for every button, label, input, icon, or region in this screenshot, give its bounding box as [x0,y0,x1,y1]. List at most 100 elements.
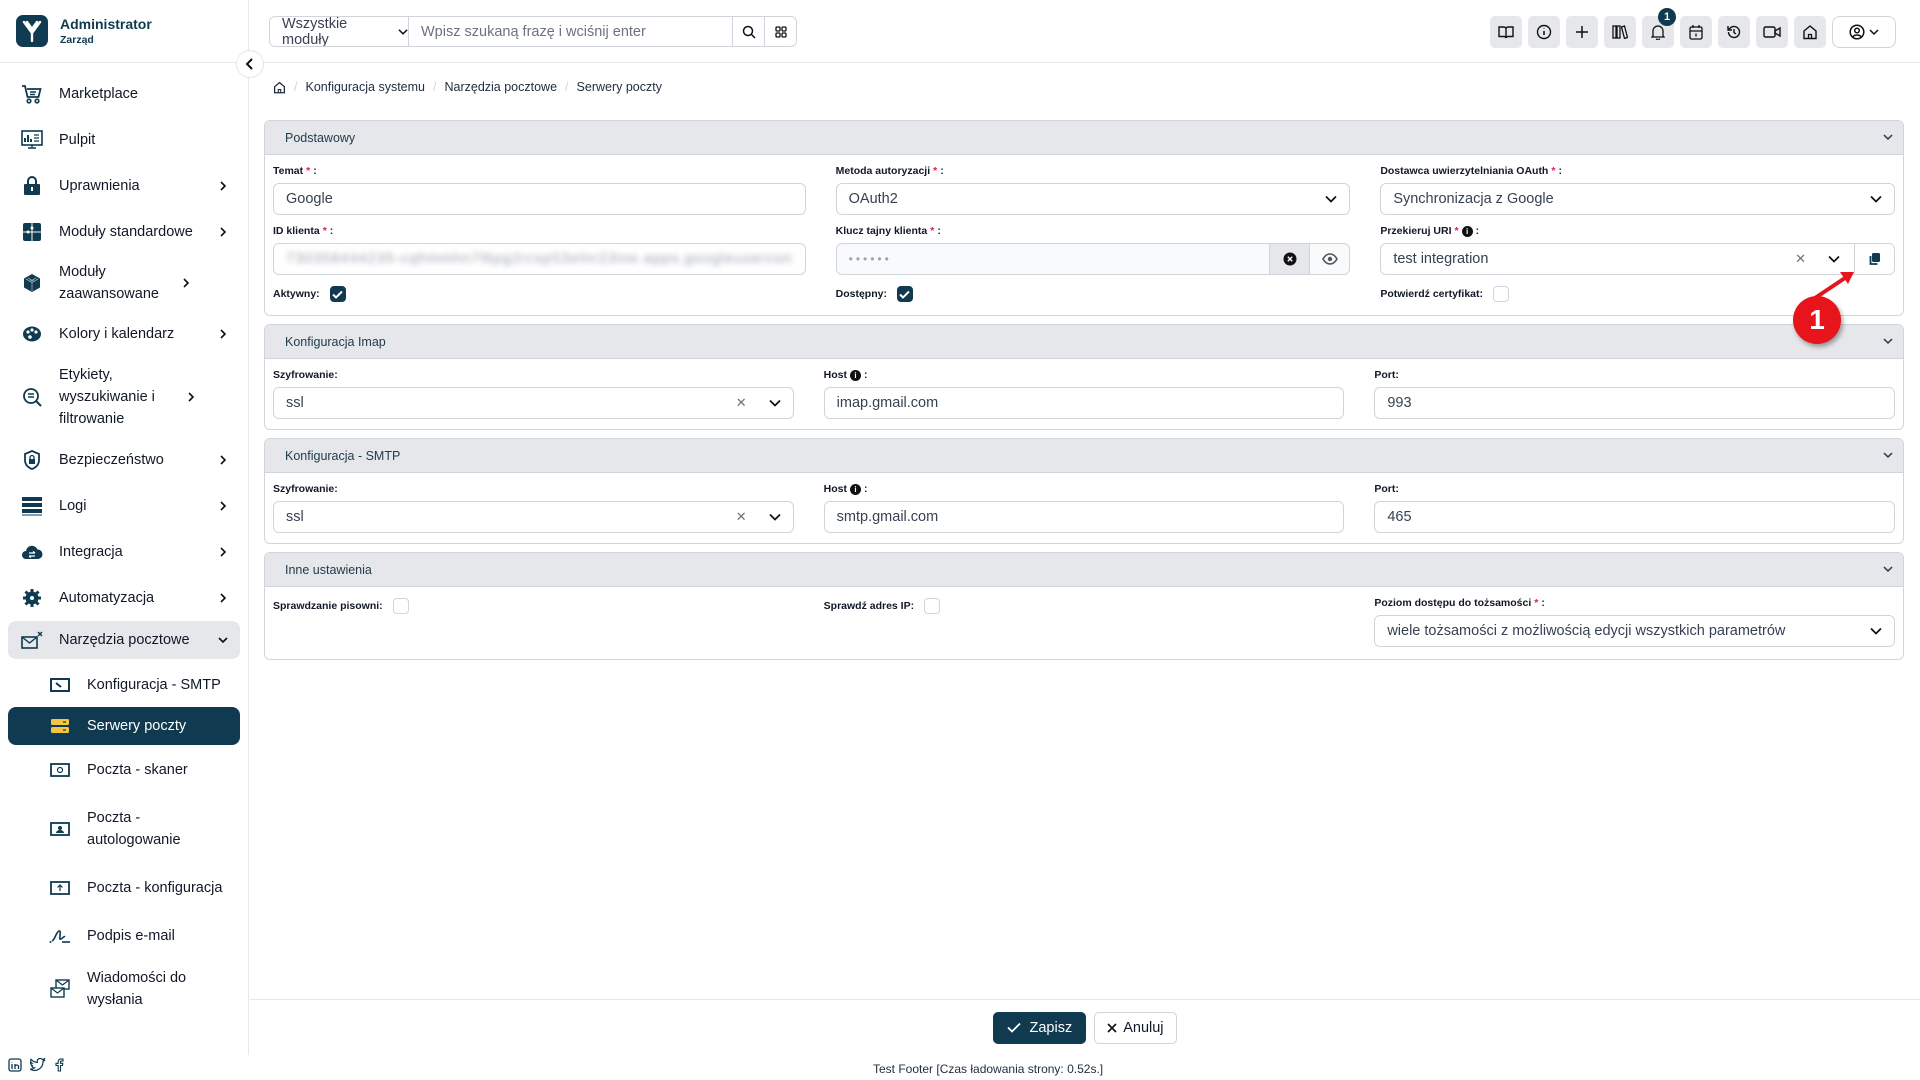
ip-check-label: Sprawdź adres IP: [823,600,915,612]
scanner-icon [48,758,72,782]
sidebar-item-narzedzia-pocztowe[interactable]: Narzędzia pocztowe [8,621,240,659]
facebook-icon[interactable] [54,1058,64,1077]
user-menu-button[interactable] [1832,16,1896,48]
sidebar-subitem-konfiguracja-smtp[interactable]: Konfiguracja - SMTP [8,663,240,707]
sidebar-item-integracja[interactable]: Integracja [8,529,240,575]
section-header[interactable]: Konfiguracja - SMTP [265,439,1903,473]
cert-label: Potwierdź certyfikat: [1380,288,1484,300]
sidebar-item-label: Wiadomości do wysłania [87,970,187,1008]
smtp-host-input[interactable]: smtp.gmail.com [823,501,1345,533]
clear-secret-button[interactable] [1269,244,1310,274]
sidebar-item-moduly-standardowe[interactable]: Moduły standardowe [8,209,240,255]
aktywny-label: Aktywny: [273,288,320,300]
quick-create-button[interactable] [1566,16,1598,48]
sidebar-subitem-poczta-skaner[interactable]: Poczta - skaner [8,745,240,795]
sidebar-item-label: Kolory i kalendarz [59,326,175,342]
dostepny-checkbox[interactable] [896,286,913,302]
section-title: Inne ustawienia [285,562,372,577]
sidebar-subitem-poczta-autologowanie[interactable]: Poczta - autologowanie [8,795,240,863]
calendar-button[interactable] [1680,16,1712,48]
access-level-select[interactable]: wiele tożsamości z możliwością edycji ws… [1374,615,1895,647]
chevron-right-icon [220,227,227,237]
clear-icon[interactable]: ✕ [736,395,747,411]
ip-check-checkbox[interactable] [924,598,941,614]
sidebar-item-label: Poczta - konfiguracja [87,880,223,896]
aktywny-checkbox[interactable] [329,286,346,302]
info-icon[interactable]: i [850,483,861,495]
show-secret-button[interactable] [1309,244,1349,274]
clear-icon[interactable]: ✕ [1795,251,1806,267]
sidebar-item-label: Narzędzia pocztowe [59,632,190,648]
sidebar-item-uprawnienia[interactable]: Uprawnienia [8,163,240,209]
sidebar-item-pulpit[interactable]: Pulpit [8,117,240,163]
sidebar-subitem-podpis-email[interactable]: Podpis e-mail [8,913,240,959]
linkedin-icon[interactable] [8,1058,22,1077]
temat-label: Temat *: [273,165,317,177]
clear-icon[interactable]: ✕ [736,509,747,525]
annotation-marker: 1 [1793,296,1841,344]
breadcrumb-item[interactable]: Narzędzia pocztowe [444,80,557,94]
metoda-select[interactable]: OAuth2 [835,183,1351,215]
sidebar-subitem-poczta-konfiguracja[interactable]: Poczta - konfiguracja [8,863,240,913]
breadcrumb: / Konfiguracja systemu / Narzędzia poczt… [273,80,662,94]
sidebar-item-moduly-zaawansowane[interactable]: Moduły zaawansowane [8,255,240,311]
search-button[interactable] [732,17,764,46]
sidebar-item-automatyzacja[interactable]: Automatyzacja [8,575,240,621]
app-logo[interactable] [16,15,48,47]
chevron-right-icon [220,329,227,339]
spellcheck-checkbox[interactable] [392,598,409,614]
home-button[interactable] [1794,16,1826,48]
sidebar-item-etykiety[interactable]: Etykiety, wyszukiwanie i filtrowanie [8,357,240,437]
smtp-port-input[interactable]: 465 [1374,501,1895,533]
section-header[interactable]: Podstawowy [265,121,1903,155]
section-header[interactable]: Konfiguracja Imap [265,325,1903,359]
imap-encryption-select[interactable]: ssl ✕ [273,387,794,419]
temat-input[interactable]: Google [273,183,806,215]
autologin-icon [48,817,72,841]
info-button[interactable] [1528,16,1560,48]
outbox-icon [48,977,72,1001]
history-button[interactable] [1718,16,1750,48]
sidebar-item-kolory[interactable]: Kolory i kalendarz [8,311,240,357]
smtp-encryption-select[interactable]: ssl ✕ [273,501,794,533]
library-button[interactable] [1604,16,1636,48]
info-icon[interactable]: i [850,369,861,381]
cert-checkbox[interactable] [1493,286,1510,302]
twitter-icon[interactable] [29,1057,46,1077]
calendar-icon [1689,25,1703,40]
info-icon[interactable]: i [1461,225,1473,237]
breadcrumb-separator: / [565,80,569,94]
search-input[interactable] [409,17,732,46]
collapse-sidebar-button[interactable] [236,50,264,78]
copy-uri-button[interactable] [1854,244,1894,274]
imap-port-input[interactable]: 993 [1374,387,1895,419]
module-select[interactable]: Wszystkie moduły [270,17,409,46]
dostawca-select[interactable]: Synchronizacja z Google [1380,183,1895,215]
breadcrumb-item[interactable]: Konfiguracja systemu [305,80,425,94]
sidebar-item-marketplace[interactable]: Marketplace [8,71,240,117]
knowledge-base-button[interactable] [1490,16,1522,48]
sidebar: Administrator Zarząd Marketplace Pulpit … [0,0,249,1055]
notifications-button[interactable]: 1 [1642,8,1676,48]
global-search: Wszystkie moduły [269,16,797,47]
chevron-down-icon [1883,566,1893,573]
chevron-down-icon [769,513,781,521]
sidebar-item-bezpieczenstwo[interactable]: Bezpieczeństwo [8,437,240,483]
home-icon[interactable] [273,81,286,94]
search-list-icon [20,385,44,409]
sidebar-subitem-wiadomosci-do-wyslania[interactable]: Wiadomości do wysłania [8,959,240,1019]
mail-server-icon [48,714,72,738]
section-header[interactable]: Inne ustawienia [265,553,1903,587]
klucz-input[interactable]: •••••• [835,243,1351,275]
sidebar-subitem-serwery-poczty[interactable]: Serwery poczty [8,707,240,745]
ip-check-field: Sprawdź adres IP: [824,595,1345,617]
sidebar-item-logi[interactable]: Logi [8,483,240,529]
save-button[interactable]: Zapisz [993,1011,1087,1044]
save-label: Zapisz [1029,1019,1073,1036]
bell-icon [1651,25,1665,40]
cancel-button[interactable]: Anuluj [1094,1011,1177,1044]
advanced-search-button[interactable] [764,17,796,46]
id-klienta-input[interactable]: 730358444235-cqhmmhn7l6pg2rcsp53elnr23in… [273,243,806,275]
video-button[interactable] [1756,16,1788,48]
imap-host-input[interactable]: imap.gmail.com [823,387,1345,419]
